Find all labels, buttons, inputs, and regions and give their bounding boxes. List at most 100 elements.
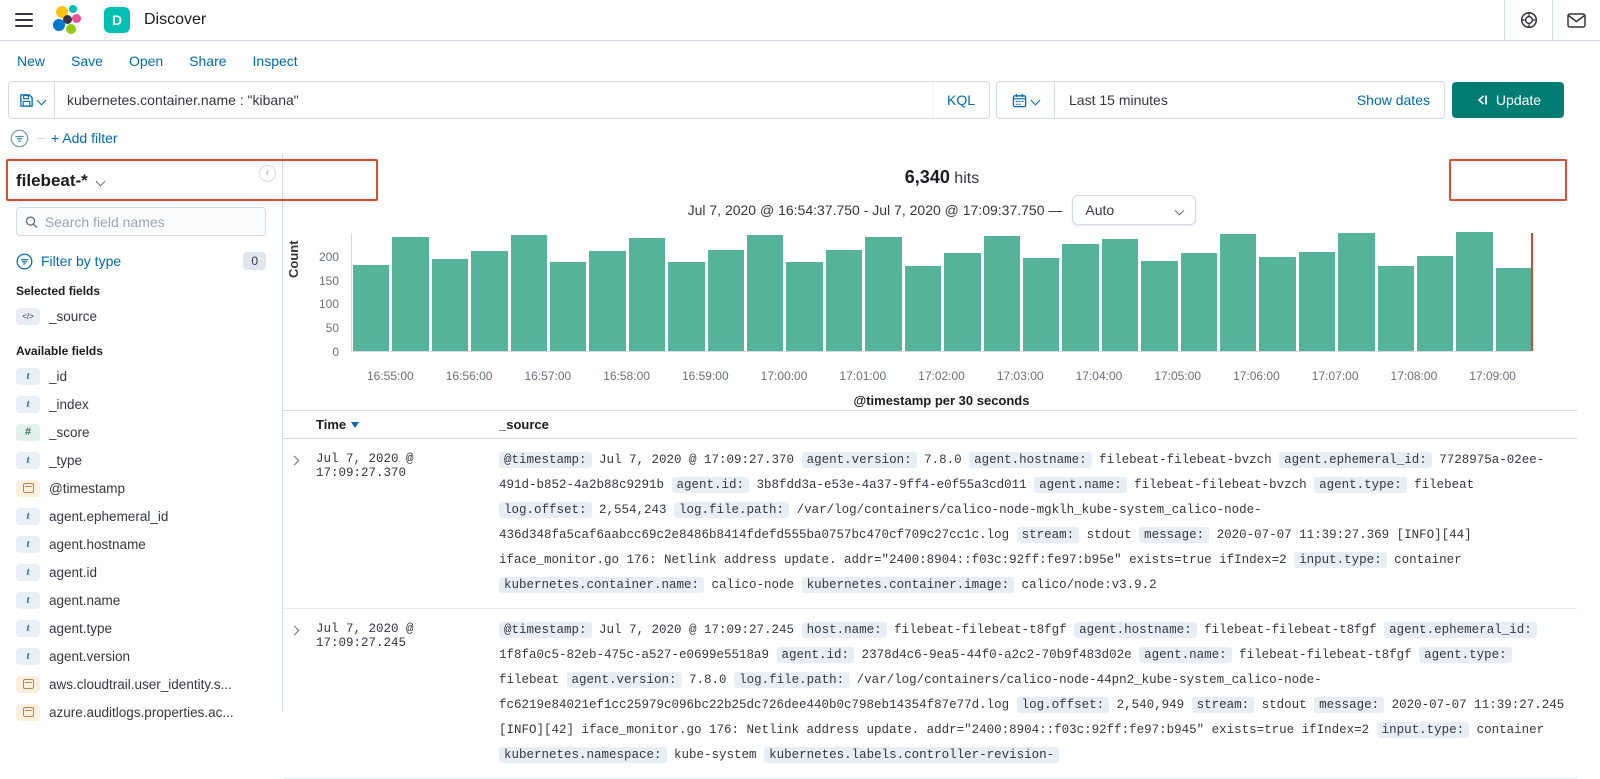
histogram-bar[interactable]: [983, 235, 1020, 351]
field-item[interactable]: t _type: [16, 446, 266, 474]
histogram-bar[interactable]: [1141, 260, 1178, 351]
histogram-bar[interactable]: [392, 236, 429, 351]
toolbar-link-new[interactable]: New: [17, 53, 45, 69]
histogram-bar[interactable]: [1377, 266, 1414, 351]
field-item[interactable]: t agent.type: [16, 614, 266, 642]
filter-by-type-button[interactable]: Filter by type: [41, 253, 121, 269]
histogram-bar[interactable]: [1062, 243, 1099, 351]
histogram-bar[interactable]: [510, 235, 548, 351]
histogram-bar[interactable]: [353, 265, 390, 351]
kql-language-button[interactable]: KQL: [931, 82, 989, 118]
selected-fields-heading: Selected fields: [16, 284, 101, 298]
histogram-bar[interactable]: [1180, 253, 1217, 351]
histogram-bar[interactable]: [1219, 234, 1257, 351]
add-filter-button[interactable]: + Add filter: [51, 130, 118, 146]
histogram-bar[interactable]: [1338, 232, 1375, 351]
discover-toolbar: New Save Open Share Inspect: [0, 42, 1600, 80]
field-item[interactable]: t agent.id: [16, 558, 266, 586]
chart-plot-area[interactable]: [351, 232, 1533, 352]
field-item[interactable]: </> _source: [16, 302, 266, 330]
page-title: Discover: [144, 11, 207, 28]
source-field-key: agent.version:: [801, 452, 917, 468]
row-time-cell: Jul 7, 2020 @ 17:09:27.370: [316, 452, 414, 480]
x-tick-label: 16:57:00: [524, 369, 572, 383]
histogram-bar[interactable]: [550, 261, 587, 351]
source-field-key: input.type:: [1376, 722, 1470, 738]
search-field-names-input[interactable]: [44, 213, 257, 230]
sort-desc-icon: [351, 421, 360, 428]
interval-select[interactable]: Auto: [1072, 195, 1197, 225]
field-type-icon: </>: [16, 307, 40, 325]
toolbar-link-share[interactable]: Share: [189, 53, 226, 69]
histogram-bar[interactable]: [1259, 256, 1296, 351]
x-tick-label: 17:02:00: [918, 369, 965, 383]
histogram-bar[interactable]: [707, 250, 745, 351]
x-tick-label: 16:55:00: [367, 369, 414, 383]
histogram-bar[interactable]: [944, 253, 981, 351]
y-tick-label: 50: [325, 321, 339, 336]
x-axis-label: @timestamp per 30 seconds: [853, 393, 1030, 408]
histogram-bar[interactable]: [471, 251, 508, 351]
field-item[interactable]: azure.auditlogs.properties.ac...: [16, 698, 266, 726]
histogram-bar[interactable]: [904, 266, 942, 351]
time-end-marker: [1531, 233, 1533, 351]
source-field-key: agent.name:: [1034, 477, 1127, 493]
date-picker: Last 15 minutes Show dates: [996, 81, 1445, 119]
field-name: aws.cloudtrail.user_identity.s...: [49, 676, 232, 692]
field-item[interactable]: t agent.version: [16, 642, 266, 670]
show-dates-button[interactable]: Show dates: [1357, 92, 1444, 108]
expand-row-button[interactable]: [284, 448, 316, 598]
field-item[interactable]: # _score: [16, 418, 266, 446]
toolbar-link-inspect[interactable]: Inspect: [253, 53, 298, 69]
time-column-header[interactable]: Time: [316, 417, 499, 432]
index-pattern-selector[interactable]: filebeat-*: [16, 171, 266, 191]
row-source-cell: @timestamp: Jul 7, 2020 @ 17:09:27.370 a…: [499, 452, 1545, 593]
histogram-bar[interactable]: [431, 259, 469, 351]
update-button[interactable]: Update: [1452, 82, 1564, 118]
field-item[interactable]: aws.cloudtrail.user_identity.s...: [16, 670, 266, 698]
field-item[interactable]: t agent.hostname: [16, 530, 266, 558]
histogram-bar[interactable]: [747, 235, 784, 351]
source-field-key: host.name:: [801, 622, 887, 638]
calendar-icon: [22, 707, 34, 717]
expand-row-button[interactable]: [284, 618, 316, 768]
field-item[interactable]: t agent.name: [16, 586, 266, 614]
saved-query-menu-button[interactable]: [9, 82, 55, 118]
toolbar-link-open[interactable]: Open: [129, 53, 163, 69]
source-field-key: stream:: [1016, 527, 1080, 543]
calendar-menu-button[interactable]: [997, 82, 1055, 118]
mail-icon[interactable]: [1552, 0, 1600, 40]
histogram-bar[interactable]: [1022, 258, 1060, 351]
field-item[interactable]: t _id: [16, 362, 266, 390]
collapse-sidebar-button[interactable]: ‹: [259, 165, 276, 182]
help-icon[interactable]: [1504, 0, 1552, 40]
x-tick-label: 17:06:00: [1233, 369, 1280, 383]
calendar-icon: [22, 483, 34, 493]
histogram-bar[interactable]: [1456, 232, 1493, 351]
field-item[interactable]: t agent.ephemeral_id: [16, 502, 266, 530]
field-item[interactable]: @timestamp: [16, 474, 266, 502]
histogram-bar[interactable]: [825, 250, 863, 351]
elastic-logo-icon[interactable]: [52, 5, 82, 35]
field-item[interactable]: t _index: [16, 390, 266, 418]
histogram-bar[interactable]: [1101, 239, 1139, 351]
y-tick-label: 150: [318, 273, 339, 288]
menu-icon[interactable]: [0, 0, 48, 40]
histogram-bar[interactable]: [786, 262, 823, 351]
histogram-bar[interactable]: [1416, 255, 1454, 351]
x-tick-label: 17:04:00: [1075, 369, 1123, 383]
histogram-bar[interactable]: [865, 236, 902, 351]
chart-time-range: Jul 7, 2020 @ 16:54:37.750 - Jul 7, 2020…: [687, 202, 1063, 218]
toolbar-link-save[interactable]: Save: [71, 53, 103, 69]
search-icon: [25, 215, 38, 228]
field-type-icon: t: [16, 563, 40, 581]
x-tick-label: 17:03:00: [996, 369, 1044, 383]
histogram-bar[interactable]: [589, 251, 626, 351]
histogram-bar[interactable]: [668, 262, 705, 351]
query-input[interactable]: kubernetes.container.name : "kibana": [55, 92, 932, 108]
histogram-bar[interactable]: [628, 237, 666, 351]
field-type-icon: t: [16, 451, 40, 469]
time-range-value[interactable]: Last 15 minutes: [1055, 92, 1168, 108]
histogram-bar[interactable]: [1298, 252, 1336, 351]
histogram-bar[interactable]: [1495, 267, 1533, 351]
